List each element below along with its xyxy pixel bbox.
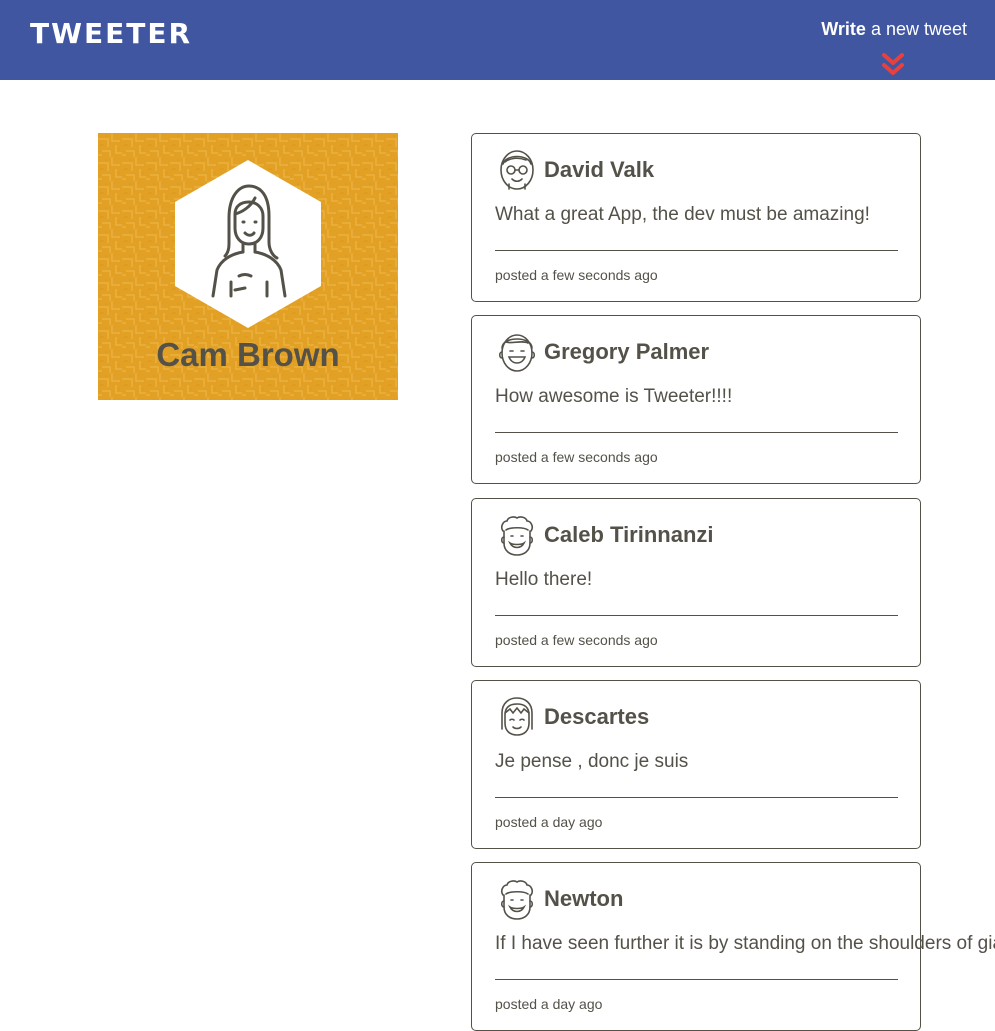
double-chevron-down-icon[interactable] <box>881 52 905 78</box>
user-profile-header: Cam Brown <box>98 133 398 400</box>
tweet-author-name: Gregory Palmer <box>544 339 710 364</box>
bangs-avatar-icon <box>501 697 533 736</box>
tweet-card: Descartes Je pense , donc je suis posted… <box>471 680 921 849</box>
tweet-content: Je pense , donc je suis <box>495 751 689 772</box>
tweet-divider <box>495 979 898 980</box>
app-logo[interactable]: TWEETER <box>30 16 192 52</box>
tweet-content: If I have seen further it is by standing… <box>495 933 995 954</box>
tweet-card: Caleb Tirinnanzi Hello there! posted a f… <box>471 498 921 667</box>
tweet-author-name: Newton <box>544 886 624 911</box>
tweet-card: David Valk What a great App, the dev mus… <box>471 133 921 302</box>
glasses-man-avatar-icon <box>500 150 534 190</box>
curly-hair-avatar-icon <box>500 880 534 920</box>
woman-avatar-icon <box>175 160 321 328</box>
tweet-timestamp: posted a day ago <box>495 996 603 1012</box>
curly-hair-avatar-icon <box>500 516 534 556</box>
tweet-divider <box>495 615 898 616</box>
tweet-content: Hello there! <box>495 569 593 590</box>
compose-label-rest: a new tweet <box>865 19 967 39</box>
tweet-author-name: Caleb Tirinnanzi <box>544 522 714 547</box>
top-navigation-bar: TWEETER Write a new tweet <box>0 0 995 80</box>
smiling-man-avatar-icon <box>498 334 536 372</box>
tweet-divider <box>495 250 898 251</box>
tweet-timestamp: posted a few seconds ago <box>495 632 658 648</box>
profile-name: Cam Brown <box>156 336 340 373</box>
tweet-content: How awesome is Tweeter!!!! <box>495 386 733 407</box>
tweet-divider <box>495 797 898 798</box>
tweet-timestamp: posted a few seconds ago <box>495 267 658 283</box>
tweet-timestamp: posted a few seconds ago <box>495 449 658 465</box>
tweet-content: What a great App, the dev must be amazin… <box>495 204 870 225</box>
tweet-card: Gregory Palmer How awesome is Tweeter!!!… <box>471 315 921 484</box>
write-new-tweet-button[interactable]: Write a new tweet <box>821 17 967 41</box>
compose-label-bold: Write <box>821 19 866 39</box>
tweet-divider <box>495 432 898 433</box>
tweet-author-name: David Valk <box>544 157 655 182</box>
tweet-author-name: Descartes <box>544 704 650 729</box>
tweet-timestamp: posted a day ago <box>495 814 603 830</box>
tweet-card: Newton If I have seen further it is by s… <box>471 862 995 1031</box>
